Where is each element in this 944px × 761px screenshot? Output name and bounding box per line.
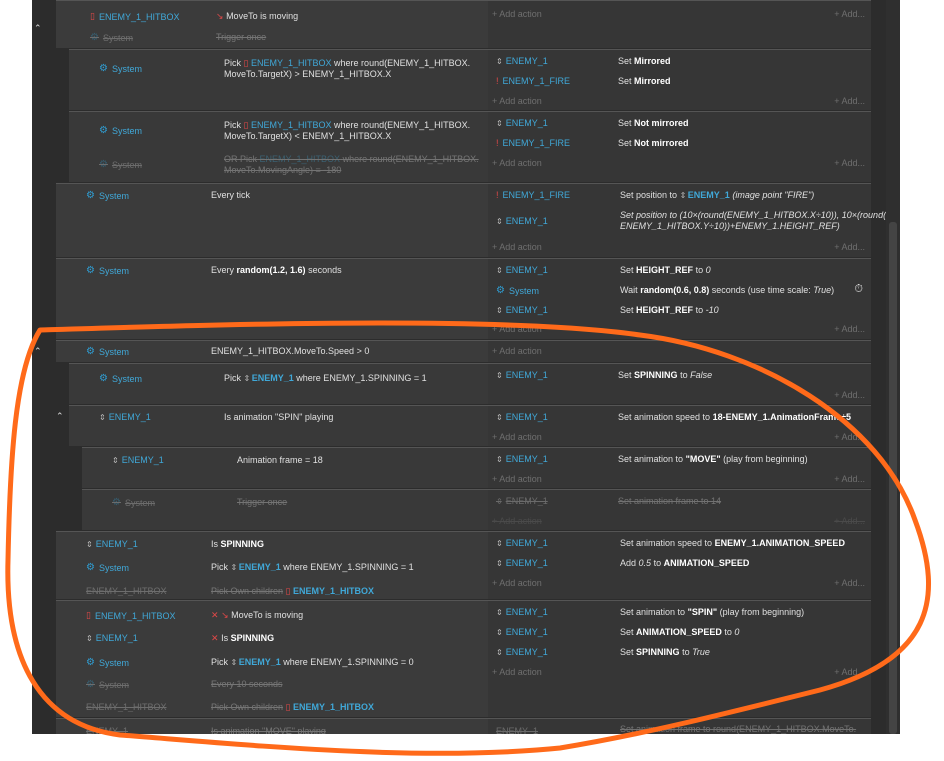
- freehand-annotation: [5, 320, 932, 756]
- orange-circle-stroke: [5, 320, 932, 756]
